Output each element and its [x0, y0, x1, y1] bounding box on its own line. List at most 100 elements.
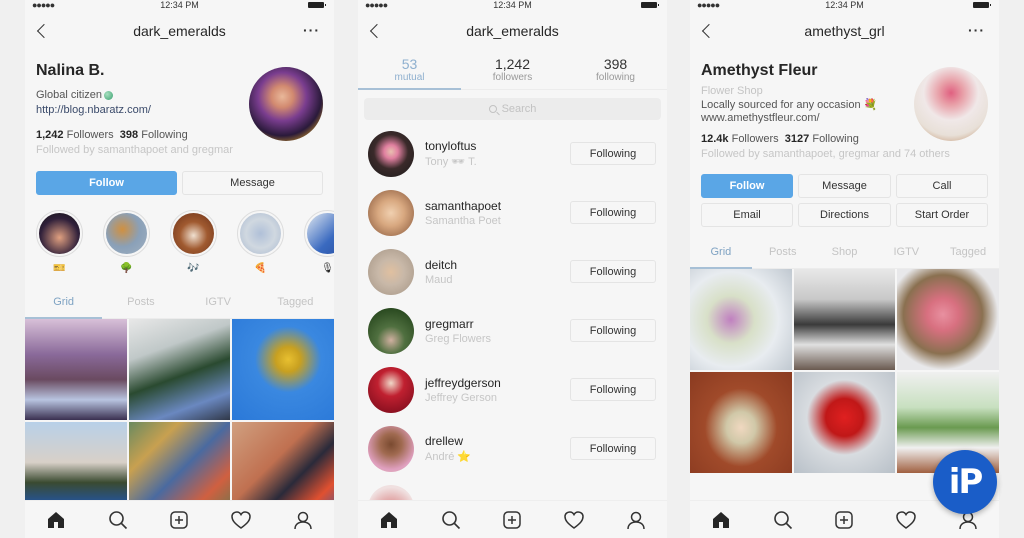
more-options-icon[interactable]: ···	[303, 22, 320, 38]
tab-grid[interactable]: Grid	[690, 235, 752, 269]
highlight-item[interactable]: 🎶	[170, 210, 217, 275]
user-fullname: Samantha Poet	[425, 214, 501, 227]
profile-icon[interactable]	[624, 508, 648, 532]
profile-icon[interactable]	[291, 508, 315, 532]
list-item[interactable]: gregmarr Greg Flowers Following	[368, 301, 657, 360]
search-icon[interactable]	[771, 508, 795, 532]
list-item[interactable]: tonyloftus Tony 🕶 T. Following	[368, 124, 657, 183]
profile-header: Amethyst Fleur Flower Shop Locally sourc…	[690, 62, 999, 227]
tab-grid[interactable]: Grid	[25, 285, 103, 319]
tab-label: mutual	[394, 72, 425, 83]
list-item[interactable]: samanthapoet Samantha Poet Following	[368, 183, 657, 242]
follow-button[interactable]: Follow	[36, 171, 177, 195]
highlight-item[interactable]: 🎙	[304, 210, 334, 275]
follow-button[interactable]: Follow	[701, 174, 793, 198]
home-icon[interactable]	[709, 508, 733, 532]
username[interactable]: jeffreydgerson	[425, 376, 570, 390]
status-bar: ●●●●● 12:34 PM	[690, 0, 999, 12]
user-fullname: Maud	[425, 273, 453, 286]
user-avatar[interactable]	[368, 248, 414, 295]
tab-igtv[interactable]: IGTV	[180, 285, 257, 318]
followers-count[interactable]: 12.4k	[701, 133, 729, 145]
search-icon[interactable]	[106, 508, 130, 532]
home-icon[interactable]	[44, 508, 68, 532]
grid-photo[interactable]	[897, 269, 999, 370]
followers-label[interactable]: Followers	[67, 129, 114, 141]
back-icon[interactable]	[700, 22, 714, 40]
following-button[interactable]: Following	[570, 260, 656, 283]
username[interactable]: gregmarr	[425, 317, 570, 331]
following-count[interactable]: 398	[120, 129, 138, 141]
back-icon[interactable]	[368, 22, 382, 40]
heart-icon[interactable]	[894, 508, 918, 532]
more-options-icon[interactable]: ···	[968, 22, 985, 38]
tab-tagged[interactable]: Tagged	[257, 285, 334, 318]
user-avatar[interactable]	[368, 130, 414, 177]
username[interactable]: samanthapoet	[425, 199, 570, 213]
followed-by[interactable]: Followed by samanthapoet and gregmar	[36, 144, 323, 156]
new-post-icon[interactable]	[167, 508, 191, 532]
username[interactable]: tonyloftus	[425, 139, 570, 153]
search-icon[interactable]	[439, 508, 463, 532]
tab-igtv[interactable]: IGTV	[875, 235, 937, 268]
status-time: 12:34 PM	[493, 0, 532, 10]
list-item[interactable]: jeffreydgerson Jeffrey Gerson Following	[368, 360, 657, 419]
message-button[interactable]: Message	[182, 171, 323, 195]
tab-posts[interactable]: Posts	[102, 285, 179, 318]
new-post-icon[interactable]	[500, 508, 524, 532]
nav-bar: dark_emeralds ···	[25, 12, 334, 50]
grid-photo[interactable]	[232, 319, 334, 420]
user-avatar[interactable]	[368, 425, 414, 472]
list-item[interactable]: deitch Maud Following	[368, 242, 657, 301]
home-icon[interactable]	[377, 508, 401, 532]
following-count[interactable]: 3127	[785, 133, 809, 145]
grid-photo[interactable]	[690, 269, 792, 370]
tab-followers[interactable]: 1,242 followers	[461, 50, 564, 89]
grid-photo[interactable]	[793, 372, 896, 473]
grid-photo[interactable]	[690, 372, 792, 473]
highlight-item[interactable]: 🌳	[103, 210, 150, 275]
followers-count[interactable]: 1,242	[36, 129, 64, 141]
username[interactable]: drellew	[425, 434, 570, 448]
tab-posts[interactable]: Posts	[752, 235, 814, 268]
tab-shop[interactable]: Shop	[814, 235, 876, 268]
user-avatar[interactable]	[368, 307, 414, 354]
following-button[interactable]: Following	[570, 201, 656, 224]
call-button[interactable]: Call	[896, 174, 988, 198]
search-input[interactable]: Search	[364, 98, 661, 120]
profile-tabs: Grid Posts Shop IGTV Tagged	[690, 235, 999, 269]
tab-count: 398	[603, 56, 628, 72]
highlight-item[interactable]: 🍕	[237, 210, 284, 275]
tab-mutual[interactable]: 53 mutual	[358, 50, 461, 90]
grid-photo[interactable]	[128, 319, 231, 420]
user-list: tonyloftus Tony 🕶 T. Following samanthapo…	[358, 124, 667, 537]
grid-photo[interactable]	[793, 269, 896, 370]
profile-avatar[interactable]	[249, 67, 323, 141]
tab-tagged[interactable]: Tagged	[937, 235, 999, 268]
grid-photo[interactable]	[25, 319, 127, 420]
heart-icon[interactable]	[562, 508, 586, 532]
user-avatar[interactable]	[368, 189, 414, 236]
profile-avatar[interactable]	[914, 67, 988, 141]
user-avatar[interactable]	[368, 366, 414, 413]
highlight-item[interactable]: 🎫	[36, 210, 83, 275]
directions-button[interactable]: Directions	[798, 203, 891, 227]
username[interactable]: deitch	[425, 258, 570, 272]
following-button[interactable]: Following	[570, 378, 656, 401]
following-button[interactable]: Following	[570, 319, 656, 342]
back-icon[interactable]	[35, 22, 49, 40]
followers-label[interactable]: Followers	[732, 133, 779, 145]
following-button[interactable]: Following	[570, 437, 656, 460]
tab-following[interactable]: 398 following	[564, 50, 667, 89]
following-label[interactable]: Following	[812, 133, 858, 145]
message-button[interactable]: Message	[798, 174, 891, 198]
following-label[interactable]: Following	[141, 129, 187, 141]
heart-icon[interactable]	[229, 508, 253, 532]
globe-icon	[104, 90, 114, 100]
list-item[interactable]: drellew André ⭐ Following	[368, 419, 657, 478]
following-button[interactable]: Following	[570, 142, 656, 165]
followed-by[interactable]: Followed by samanthapoet, gregmar and 74…	[701, 148, 988, 160]
new-post-icon[interactable]	[832, 508, 856, 532]
email-button[interactable]: Email	[701, 203, 793, 227]
start-order-button[interactable]: Start Order	[896, 203, 988, 227]
